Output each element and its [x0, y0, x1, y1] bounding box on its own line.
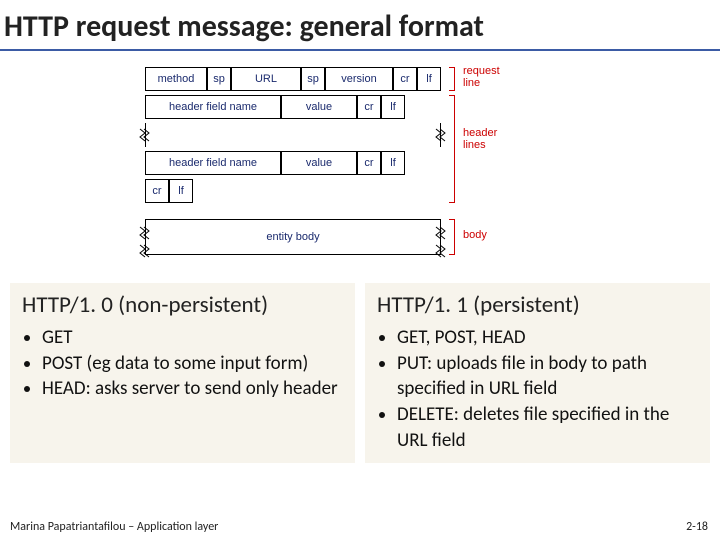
cell-lf: lf: [169, 179, 193, 203]
footer-page-number: 2-18: [686, 520, 708, 534]
list-item: POST (eg data to some input form): [42, 351, 343, 377]
col-list-http10: GET POST (eg data to some input form) HE…: [22, 325, 343, 402]
cell-cr: cr: [357, 151, 381, 175]
break-notch-icon: [139, 243, 151, 259]
col-http11: HTTP/1. 1 (persistent) GET, POST, HEAD P…: [365, 283, 710, 463]
list-item: DELETE: deletes file specified in the UR…: [397, 402, 698, 453]
cell-header-field-name: header field name: [145, 95, 281, 119]
cell-value: value: [281, 95, 357, 119]
cell-lf: lf: [381, 151, 405, 175]
bracket-request-line: [449, 67, 455, 91]
break-notch-icon: [139, 225, 151, 241]
footer-author: Marina Papatriantafilou – Application la…: [10, 520, 218, 534]
cell-cr: cr: [357, 95, 381, 119]
footer: Marina Papatriantafilou – Application la…: [10, 520, 708, 534]
cell-sp: sp: [207, 67, 231, 91]
columns: HTTP/1. 0 (non-persistent) GET POST (eg …: [0, 277, 720, 463]
list-item: PUT: uploads file in body to path specif…: [397, 351, 698, 402]
cell-version: version: [325, 67, 393, 91]
bracket-body: [449, 219, 455, 255]
cell-cr: cr: [145, 179, 169, 203]
col-title-http11: HTTP/1. 1 (persistent): [377, 291, 698, 319]
cell-lf: lf: [381, 95, 405, 119]
cell-lf: lf: [417, 67, 441, 91]
http-format-diagram: method sp URL sp version cr lf header fi…: [145, 67, 575, 267]
cell-cr: cr: [393, 67, 417, 91]
list-item: HEAD: asks server to send only header: [42, 376, 343, 402]
break-notch-icon: [435, 127, 447, 143]
label-request-line: request line: [463, 65, 500, 89]
col-list-http11: GET, POST, HEAD PUT: uploads file in bod…: [377, 325, 698, 453]
col-title-http10: HTTP/1. 0 (non-persistent): [22, 291, 343, 319]
label-header-lines: header lines: [463, 127, 497, 151]
cell-sp: sp: [301, 67, 325, 91]
col-http10: HTTP/1. 0 (non-persistent) GET POST (eg …: [10, 283, 355, 463]
cell-value: value: [281, 151, 357, 175]
label-body: body: [463, 229, 487, 241]
page-title: HTTP request message: general format: [0, 0, 720, 51]
list-item: GET, POST, HEAD: [397, 325, 698, 351]
list-item: GET: [42, 325, 343, 351]
diagram-container: method sp URL sp version cr lf header fi…: [0, 51, 720, 277]
cell-method: method: [145, 67, 207, 91]
cell-url: URL: [231, 67, 301, 91]
break-notch-icon: [435, 243, 447, 259]
gap-box: [145, 123, 441, 147]
break-notch-icon: [435, 225, 447, 241]
cell-header-field-name: header field name: [145, 151, 281, 175]
bracket-header-lines: [449, 95, 455, 203]
cell-entity-body: entity body: [145, 219, 441, 255]
break-notch-icon: [139, 127, 151, 143]
